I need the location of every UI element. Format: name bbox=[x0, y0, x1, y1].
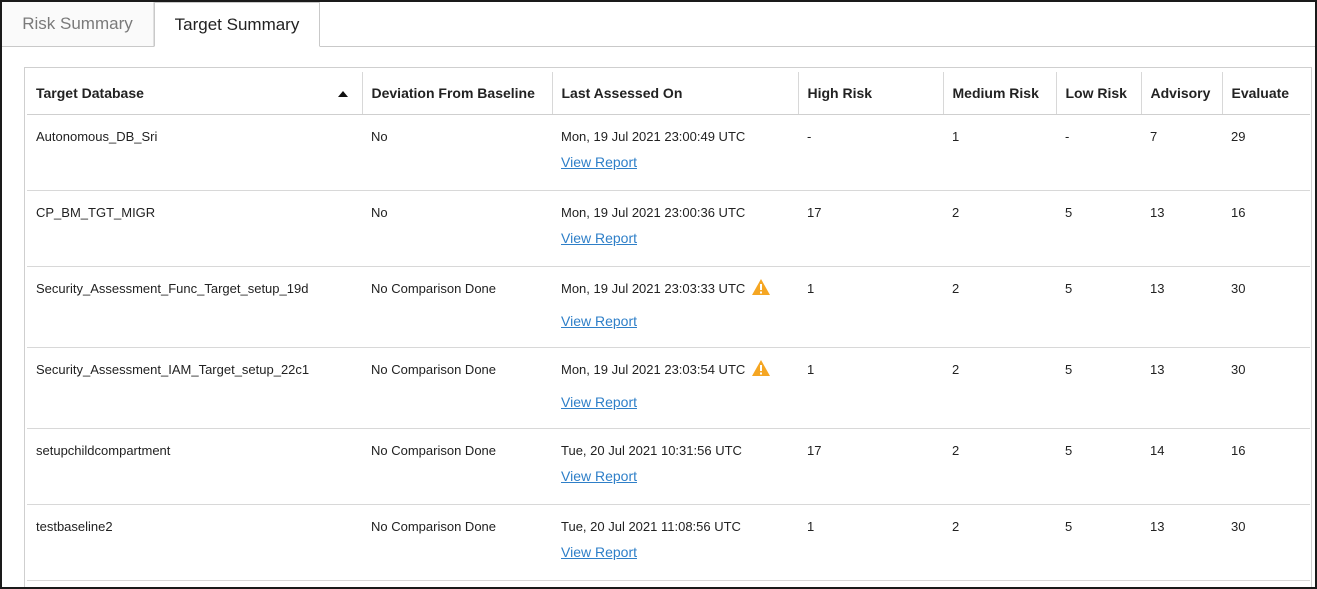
high-risk-cell: 1 bbox=[798, 347, 943, 429]
tab-target-summary[interactable]: Target Summary bbox=[154, 2, 320, 47]
deviation-cell: No bbox=[362, 190, 552, 267]
view-report-link[interactable]: View Report bbox=[561, 313, 798, 329]
view-report-link[interactable]: View Report bbox=[561, 544, 798, 560]
target-database-cell: testbaseline2 bbox=[27, 504, 362, 581]
low-risk-cell: 5 bbox=[1056, 190, 1141, 267]
deviation-cell: No Comparison Done bbox=[362, 504, 552, 581]
table-row: CP_BM_TGT_MIGR No Mon, 19 Jul 2021 23:00… bbox=[27, 190, 1310, 267]
warning-icon bbox=[752, 360, 771, 376]
deviation-cell: No Comparison Done bbox=[362, 347, 552, 429]
last-assessed-cell: Mon, 19 Jul 2021 23:03:33 UTC View Repor… bbox=[552, 266, 798, 348]
last-assessed-cell: Mon, 19 Jul 2021 23:00:36 UTC View Repor… bbox=[552, 190, 798, 267]
table-row: setupchildcompartment No Comparison Done… bbox=[27, 428, 1310, 505]
target-database-cell: setupchildcompartment bbox=[27, 428, 362, 505]
column-header-evaluate[interactable]: Evaluate bbox=[1222, 72, 1310, 115]
high-risk-cell: 1 bbox=[798, 266, 943, 348]
view-report-link[interactable]: View Report bbox=[561, 230, 798, 246]
column-header-deviation[interactable]: Deviation From Baseline bbox=[362, 72, 553, 115]
target-summary-table: Target Database Deviation From Baseline … bbox=[27, 72, 1310, 581]
medium-risk-cell: 2 bbox=[943, 347, 1056, 429]
table-row: Security_Assessment_IAM_Target_setup_22c… bbox=[27, 347, 1310, 429]
target-database-cell: CP_BM_TGT_MIGR bbox=[27, 190, 362, 267]
deviation-cell: No Comparison Done bbox=[362, 428, 552, 505]
deviation-cell: No bbox=[362, 114, 552, 191]
target-name: Autonomous_DB_Sri bbox=[36, 129, 158, 144]
column-header-low-risk[interactable]: Low Risk bbox=[1056, 72, 1142, 115]
evaluate-cell: 16 bbox=[1222, 190, 1310, 267]
target-database-cell: Security_Assessment_Func_Target_setup_19… bbox=[27, 266, 362, 348]
target-database-cell: Autonomous_DB_Sri bbox=[27, 114, 362, 191]
app-frame: Risk Summary Target Summary Target Datab… bbox=[0, 0, 1317, 589]
medium-risk-cell: 2 bbox=[943, 428, 1056, 505]
column-header-high-risk[interactable]: High Risk bbox=[798, 72, 944, 115]
target-name: setupchildcompartment bbox=[36, 443, 171, 458]
medium-risk-cell: 1 bbox=[943, 114, 1056, 191]
column-header-target-database[interactable]: Target Database bbox=[27, 72, 363, 115]
assessed-timestamp: Mon, 19 Jul 2021 23:03:33 UTC bbox=[561, 281, 746, 296]
assessed-timestamp: Mon, 19 Jul 2021 23:03:54 UTC bbox=[561, 362, 746, 377]
tab-bar: Risk Summary Target Summary bbox=[2, 2, 1315, 47]
assessed-timestamp: Mon, 19 Jul 2021 23:00:36 UTC bbox=[561, 205, 746, 220]
target-name: Security_Assessment_Func_Target_setup_19… bbox=[36, 281, 309, 296]
advisory-cell: 13 bbox=[1141, 190, 1222, 267]
column-header-last-assessed[interactable]: Last Assessed On bbox=[552, 72, 799, 115]
view-report-link[interactable]: View Report bbox=[561, 154, 798, 170]
evaluate-cell: 16 bbox=[1222, 428, 1310, 505]
medium-risk-cell: 2 bbox=[943, 504, 1056, 581]
column-header-advisory[interactable]: Advisory bbox=[1141, 72, 1223, 115]
high-risk-cell: 17 bbox=[798, 428, 943, 505]
low-risk-cell: - bbox=[1056, 114, 1141, 191]
table-row: testbaseline2 No Comparison Done Tue, 20… bbox=[27, 504, 1310, 581]
warning-icon bbox=[752, 279, 771, 295]
deviation-cell: No Comparison Done bbox=[362, 266, 552, 348]
advisory-cell: 13 bbox=[1141, 266, 1222, 348]
target-summary-panel: Target Database Deviation From Baseline … bbox=[24, 67, 1312, 587]
evaluate-cell: 29 bbox=[1222, 114, 1310, 191]
sort-ascending-icon[interactable] bbox=[337, 91, 348, 97]
medium-risk-cell: 2 bbox=[943, 190, 1056, 267]
table-row: Security_Assessment_Func_Target_setup_19… bbox=[27, 266, 1310, 348]
tab-risk-summary[interactable]: Risk Summary bbox=[2, 2, 154, 46]
evaluate-cell: 30 bbox=[1222, 504, 1310, 581]
target-name: CP_BM_TGT_MIGR bbox=[36, 205, 156, 220]
advisory-cell: 13 bbox=[1141, 504, 1222, 581]
target-name: testbaseline2 bbox=[36, 519, 113, 534]
last-assessed-cell: Mon, 19 Jul 2021 23:00:49 UTC View Repor… bbox=[552, 114, 798, 191]
target-database-cell: Security_Assessment_IAM_Target_setup_22c… bbox=[27, 347, 362, 429]
evaluate-cell: 30 bbox=[1222, 266, 1310, 348]
view-report-link[interactable]: View Report bbox=[561, 468, 798, 484]
assessed-timestamp: Mon, 19 Jul 2021 23:00:49 UTC bbox=[561, 129, 746, 144]
view-report-link[interactable]: View Report bbox=[561, 394, 798, 410]
advisory-cell: 14 bbox=[1141, 428, 1222, 505]
advisory-cell: 13 bbox=[1141, 347, 1222, 429]
high-risk-cell: 1 bbox=[798, 504, 943, 581]
low-risk-cell: 5 bbox=[1056, 428, 1141, 505]
last-assessed-cell: Tue, 20 Jul 2021 11:08:56 UTC View Repor… bbox=[552, 504, 798, 581]
high-risk-cell: - bbox=[798, 114, 943, 191]
advisory-cell: 7 bbox=[1141, 114, 1222, 191]
low-risk-cell: 5 bbox=[1056, 504, 1141, 581]
evaluate-cell: 30 bbox=[1222, 347, 1310, 429]
table-header-row: Target Database Deviation From Baseline … bbox=[27, 72, 1310, 115]
target-name: Security_Assessment_IAM_Target_setup_22c… bbox=[36, 362, 310, 377]
table-row: Autonomous_DB_Sri No Mon, 19 Jul 2021 23… bbox=[27, 114, 1310, 191]
column-header-medium-risk[interactable]: Medium Risk bbox=[943, 72, 1057, 115]
last-assessed-cell: Mon, 19 Jul 2021 23:03:54 UTC View Repor… bbox=[552, 347, 798, 429]
low-risk-cell: 5 bbox=[1056, 347, 1141, 429]
last-assessed-cell: Tue, 20 Jul 2021 10:31:56 UTC View Repor… bbox=[552, 428, 798, 505]
high-risk-cell: 17 bbox=[798, 190, 943, 267]
medium-risk-cell: 2 bbox=[943, 266, 1056, 348]
assessed-timestamp: Tue, 20 Jul 2021 10:31:56 UTC bbox=[561, 443, 742, 458]
low-risk-cell: 5 bbox=[1056, 266, 1141, 348]
assessed-timestamp: Tue, 20 Jul 2021 11:08:56 UTC bbox=[561, 519, 741, 534]
